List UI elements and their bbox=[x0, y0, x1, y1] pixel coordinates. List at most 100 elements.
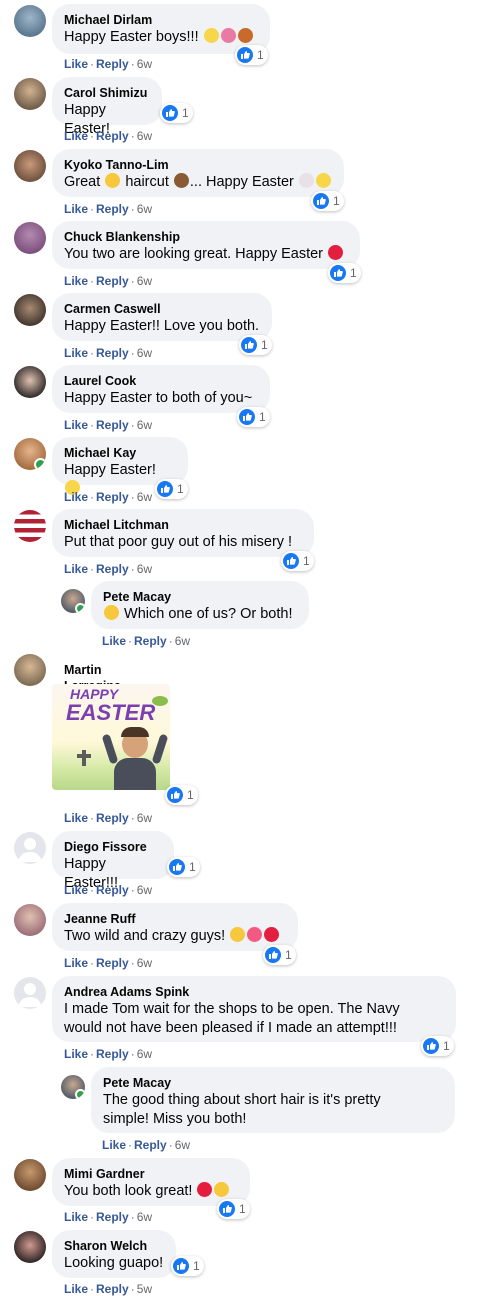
reaction-count[interactable]: 1 bbox=[235, 45, 268, 65]
avatar[interactable] bbox=[14, 654, 46, 686]
reaction-count[interactable]: 1 bbox=[281, 551, 314, 571]
avatar[interactable] bbox=[14, 438, 46, 470]
avatar[interactable] bbox=[61, 1075, 85, 1099]
like-link[interactable]: Like bbox=[64, 883, 88, 897]
like-link[interactable]: Like bbox=[102, 634, 126, 648]
comment-actions: Like · Reply · 6w bbox=[64, 956, 153, 970]
comment-author[interactable]: Andrea Adams Spink bbox=[64, 984, 444, 1000]
timestamp[interactable]: 6w bbox=[175, 1138, 190, 1152]
comment-author[interactable]: Carmen Caswell bbox=[64, 301, 260, 317]
reply-link[interactable]: Reply bbox=[96, 956, 129, 970]
like-link[interactable]: Like bbox=[64, 811, 88, 825]
reply-link[interactable]: Reply bbox=[96, 418, 129, 432]
reply-link[interactable]: Reply bbox=[96, 202, 129, 216]
like-link[interactable]: Like bbox=[64, 956, 88, 970]
comment-text: I made Tom wait for the shops to be open… bbox=[64, 1001, 400, 1036]
comment-author[interactable]: Diego Fissore bbox=[64, 839, 162, 855]
timestamp[interactable]: 6w bbox=[137, 129, 152, 143]
thumbs-up-icon bbox=[105, 173, 121, 188]
comment-author[interactable]: Pete Macay bbox=[103, 1075, 443, 1091]
avatar[interactable] bbox=[14, 150, 46, 182]
like-link[interactable]: Like bbox=[64, 1047, 88, 1061]
reply-link[interactable]: Reply bbox=[96, 1210, 129, 1224]
reaction-count[interactable]: 1 bbox=[155, 479, 188, 499]
reply-link[interactable]: Reply bbox=[96, 811, 129, 825]
reply-link[interactable]: Reply bbox=[96, 57, 129, 71]
avatar[interactable] bbox=[14, 510, 46, 542]
timestamp[interactable]: 6w bbox=[137, 418, 152, 432]
like-link[interactable]: Like bbox=[64, 274, 88, 288]
comment-author[interactable]: Carol Shimizu bbox=[64, 85, 150, 101]
reply-link[interactable]: Reply bbox=[96, 346, 129, 360]
like-link[interactable]: Like bbox=[64, 562, 88, 576]
avatar[interactable] bbox=[14, 294, 46, 326]
timestamp[interactable]: 6w bbox=[137, 1047, 152, 1061]
comment-author[interactable]: Chuck Blankenship bbox=[64, 229, 348, 245]
like-link[interactable]: Like bbox=[64, 57, 88, 71]
timestamp[interactable]: 6w bbox=[137, 202, 152, 216]
timestamp[interactable]: 6w bbox=[137, 811, 152, 825]
reply-link[interactable]: Reply bbox=[96, 129, 129, 143]
comment-author[interactable]: Michael Kay bbox=[64, 445, 176, 461]
reaction-count[interactable]: 1 bbox=[160, 103, 193, 123]
reply-link[interactable]: Reply bbox=[96, 274, 129, 288]
like-link[interactable]: Like bbox=[64, 418, 88, 432]
comment-author[interactable]: Pete Macay bbox=[103, 589, 297, 605]
timestamp[interactable]: 6w bbox=[137, 562, 152, 576]
reaction-count[interactable]: 1 bbox=[217, 1199, 250, 1219]
avatar[interactable] bbox=[14, 366, 46, 398]
reaction-count[interactable]: 1 bbox=[167, 857, 200, 877]
reaction-count[interactable]: 1 bbox=[237, 407, 270, 427]
timestamp[interactable]: 6w bbox=[137, 57, 152, 71]
reply-link[interactable]: Reply bbox=[96, 562, 129, 576]
reply-link[interactable]: Reply bbox=[96, 1282, 129, 1296]
red-heart-icon bbox=[264, 927, 280, 942]
reaction-count[interactable]: 1 bbox=[311, 191, 344, 211]
avatar[interactable] bbox=[14, 832, 46, 864]
like-link[interactable]: Like bbox=[64, 129, 88, 143]
comment-author[interactable]: Sharon Welch bbox=[64, 1238, 164, 1254]
comment-author[interactable]: Michael Litchman bbox=[64, 517, 302, 533]
avatar[interactable] bbox=[14, 78, 46, 110]
reaction-count[interactable]: 1 bbox=[328, 263, 361, 283]
timestamp[interactable]: 6w bbox=[175, 634, 190, 648]
timestamp[interactable]: 6w bbox=[137, 956, 152, 970]
comment-author[interactable]: Michael Dirlam bbox=[64, 12, 258, 28]
avatar[interactable] bbox=[14, 904, 46, 936]
comment-author[interactable]: Jeanne Ruff bbox=[64, 911, 286, 927]
avatar[interactable] bbox=[14, 1231, 46, 1263]
comment-text: You both look great! bbox=[64, 1182, 238, 1201]
easter-sticker-image[interactable]: HAPPY EASTER bbox=[52, 684, 170, 790]
timestamp[interactable]: 5w bbox=[137, 1282, 152, 1296]
reaction-count[interactable]: 1 bbox=[165, 785, 198, 805]
reaction-count[interactable]: 1 bbox=[263, 945, 296, 965]
comment-author[interactable]: Kyoko Tanno-Lim bbox=[64, 157, 332, 173]
comment-author[interactable]: Laurel Cook bbox=[64, 373, 258, 389]
avatar[interactable] bbox=[14, 1159, 46, 1191]
like-link[interactable]: Like bbox=[64, 346, 88, 360]
like-link[interactable]: Like bbox=[64, 202, 88, 216]
reaction-count[interactable]: 1 bbox=[171, 1256, 204, 1276]
like-link[interactable]: Like bbox=[64, 1210, 88, 1224]
timestamp[interactable]: 6w bbox=[137, 346, 152, 360]
reply-link[interactable]: Reply bbox=[96, 883, 129, 897]
like-link[interactable]: Like bbox=[64, 1282, 88, 1296]
reaction-count[interactable]: 1 bbox=[421, 1036, 454, 1056]
reply-link[interactable]: Reply bbox=[134, 1138, 167, 1152]
reply-link[interactable]: Reply bbox=[96, 1047, 129, 1061]
avatar[interactable] bbox=[14, 222, 46, 254]
avatar[interactable] bbox=[61, 589, 85, 613]
timestamp[interactable]: 6w bbox=[137, 490, 152, 504]
avatar[interactable] bbox=[14, 5, 46, 37]
reply-link[interactable]: Reply bbox=[134, 634, 167, 648]
timestamp[interactable]: 6w bbox=[137, 1210, 152, 1224]
timestamp[interactable]: 6w bbox=[137, 883, 152, 897]
like-link[interactable]: Like bbox=[64, 490, 88, 504]
timestamp[interactable]: 6w bbox=[137, 274, 152, 288]
avatar[interactable] bbox=[14, 977, 46, 1009]
comment-author[interactable]: Mimi Gardner bbox=[64, 1166, 238, 1182]
reply-link[interactable]: Reply bbox=[96, 490, 129, 504]
like-link[interactable]: Like bbox=[102, 1138, 126, 1152]
reaction-count[interactable]: 1 bbox=[239, 335, 272, 355]
comment-text: Put that poor guy out of his misery ! bbox=[64, 534, 293, 550]
